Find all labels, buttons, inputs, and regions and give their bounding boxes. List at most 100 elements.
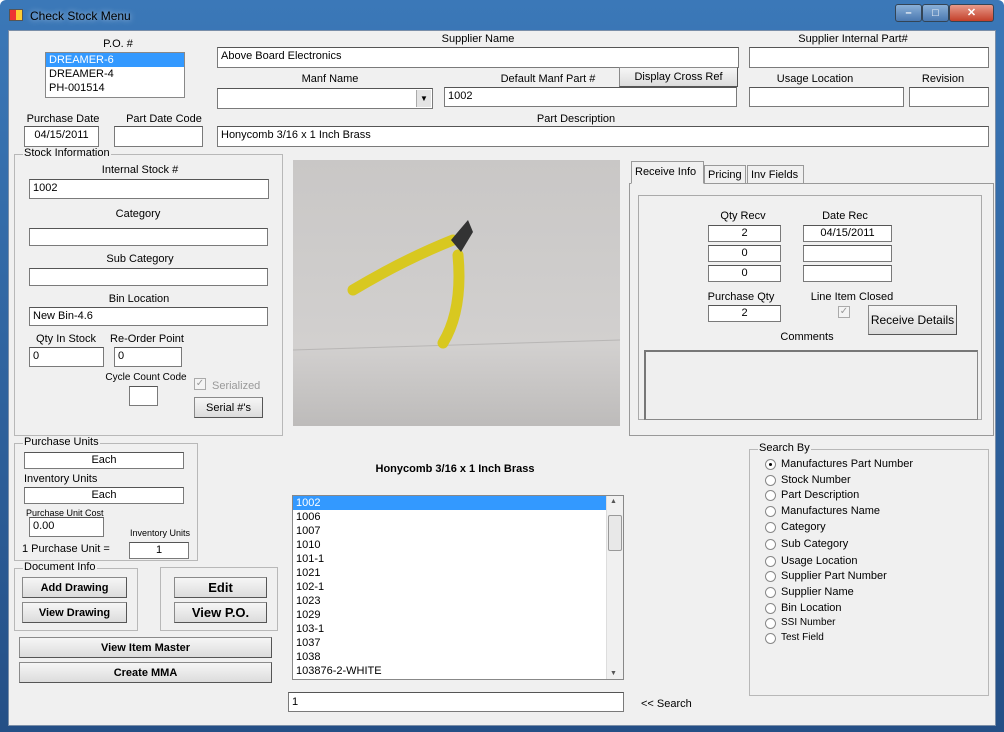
cycle-count-field[interactable]: [129, 386, 158, 406]
scroll-up-icon[interactable]: ▲: [610, 498, 617, 505]
parts-list-item[interactable]: 1002: [293, 496, 606, 510]
search-by-option-label[interactable]: Category: [781, 521, 826, 533]
bin-location-field[interactable]: New Bin-4.6: [29, 307, 268, 326]
search-by-radio[interactable]: [765, 506, 776, 517]
comments-field[interactable]: [644, 350, 978, 420]
supplier-name-label: Supplier Name: [441, 33, 515, 45]
parts-list-item[interactable]: 103-1: [293, 622, 606, 636]
scrollbar[interactable]: ▲ ▼: [606, 496, 623, 679]
search-by-radio[interactable]: [765, 522, 776, 533]
parts-list-item[interactable]: 102-1: [293, 580, 606, 594]
view-item-master-button[interactable]: View Item Master: [19, 637, 272, 658]
search-by-option-label[interactable]: Sub Category: [781, 538, 848, 550]
search-by-radio[interactable]: [765, 633, 776, 644]
default-manf-part-field[interactable]: 1002: [444, 87, 737, 107]
receive-details-button[interactable]: Receive Details: [868, 305, 957, 335]
po-listbox[interactable]: DREAMER-6 DREAMER-4 PH-001514: [45, 52, 185, 98]
chevron-down-icon[interactable]: ▼: [416, 90, 431, 107]
part-date-code-field[interactable]: [114, 126, 203, 147]
parts-list-item[interactable]: 1038: [293, 650, 606, 664]
search-by-radio[interactable]: [765, 603, 776, 614]
purchase-qty-field[interactable]: 2: [708, 305, 781, 322]
parts-list-item[interactable]: 103876-2-WHITE: [293, 664, 606, 678]
parts-list-item[interactable]: 1021: [293, 566, 606, 580]
serial-numbers-button[interactable]: Serial #'s: [194, 397, 263, 418]
parts-list-item[interactable]: 1006: [293, 510, 606, 524]
close-button[interactable]: ✕: [949, 4, 994, 22]
manf-name-label: Manf Name: [301, 73, 359, 85]
po-item[interactable]: DREAMER-4: [46, 67, 184, 81]
supplier-name-field[interactable]: Above Board Electronics: [217, 47, 739, 68]
add-drawing-button[interactable]: Add Drawing: [22, 577, 127, 598]
search-by-option-label[interactable]: Supplier Name: [781, 586, 854, 598]
manf-name-combo[interactable]: ▼: [217, 88, 433, 109]
maximize-button[interactable]: □: [922, 4, 949, 22]
search-by-option-label[interactable]: Bin Location: [781, 602, 842, 614]
parts-list-item[interactable]: 1023: [293, 594, 606, 608]
purchase-unit-cost-field[interactable]: 0.00: [29, 517, 104, 537]
po-item[interactable]: PH-001514: [46, 81, 184, 95]
po-item[interactable]: DREAMER-6: [46, 53, 184, 67]
part-date-code-label: Part Date Code: [126, 113, 202, 125]
parts-listbox[interactable]: 1002 1006 1007 1010 101-1 1021 102-1 1023 1029 10…: [292, 495, 624, 680]
search-by-option-label[interactable]: Manufactures Part Number: [781, 458, 913, 470]
category-field[interactable]: [29, 228, 268, 246]
parts-list-item[interactable]: 1037: [293, 636, 606, 650]
search-by-radio[interactable]: [765, 587, 776, 598]
create-mma-button[interactable]: Create MMA: [19, 662, 272, 683]
qty-recv-field[interactable]: 0: [708, 245, 781, 262]
revision-field[interactable]: [909, 87, 989, 107]
search-by-radio[interactable]: [765, 556, 776, 567]
supplier-internal-part-field[interactable]: [749, 47, 989, 68]
search-by-radio[interactable]: [765, 475, 776, 486]
purchase-date-field[interactable]: 04/15/2011: [24, 126, 99, 147]
purchase-units-field[interactable]: Each: [24, 452, 184, 469]
part-photo: [293, 160, 620, 426]
search-by-option-label[interactable]: Usage Location: [781, 555, 857, 567]
qty-recv-field[interactable]: 2: [708, 225, 781, 242]
search-by-option-label[interactable]: Test Field: [781, 632, 824, 643]
minimize-button[interactable]: –: [895, 4, 922, 22]
parts-list-item[interactable]: 1007: [293, 524, 606, 538]
search-by-radio[interactable]: [765, 571, 776, 582]
search-by-radio[interactable]: [765, 618, 776, 629]
search-by-option-label[interactable]: Supplier Part Number: [781, 570, 887, 582]
date-rec-field[interactable]: [803, 245, 892, 262]
search-input[interactable]: [288, 692, 624, 712]
parts-list-item[interactable]: 1010: [293, 538, 606, 552]
internal-stock-field[interactable]: 1002: [29, 179, 269, 199]
line-item-closed-checkbox[interactable]: ✓: [838, 306, 850, 318]
qty-in-stock-field[interactable]: 0: [29, 347, 104, 367]
search-by-option-label[interactable]: Stock Number: [781, 474, 851, 486]
search-by-option-label[interactable]: SSI Number: [781, 617, 835, 628]
tab-inv-fields[interactable]: Inv Fields: [747, 165, 804, 183]
date-rec-field[interactable]: 04/15/2011: [803, 225, 892, 242]
search-by-radio[interactable]: [765, 459, 776, 470]
cycle-count-label: Cycle Count Code: [105, 372, 187, 383]
usage-location-field[interactable]: [749, 87, 904, 107]
search-by-radio[interactable]: [765, 490, 776, 501]
sub-category-field[interactable]: [29, 268, 268, 286]
parts-list-item[interactable]: 1029: [293, 608, 606, 622]
reorder-point-field[interactable]: 0: [114, 347, 182, 367]
part-description-field[interactable]: Honycomb 3/16 x 1 Inch Brass: [217, 126, 989, 147]
search-by-radio[interactable]: [765, 539, 776, 550]
tab-pricing[interactable]: Pricing: [704, 165, 746, 183]
tab-receive-info[interactable]: Receive Info: [631, 161, 704, 184]
search-by-option-label[interactable]: Manufactures Name: [781, 505, 880, 517]
serialized-checkbox[interactable]: ✓: [194, 378, 206, 390]
view-drawing-button[interactable]: View Drawing: [22, 602, 127, 623]
inventory-units-field[interactable]: Each: [24, 487, 184, 504]
edit-button[interactable]: Edit: [174, 577, 267, 598]
scroll-down-icon[interactable]: ▼: [610, 670, 617, 677]
parts-list-item[interactable]: 101-1: [293, 552, 606, 566]
display-cross-ref-button[interactable]: Display Cross Ref: [619, 67, 738, 87]
scroll-thumb[interactable]: [608, 515, 622, 551]
conversion-field[interactable]: 1: [129, 542, 189, 559]
qty-recv-field[interactable]: 0: [708, 265, 781, 282]
date-rec-field[interactable]: [803, 265, 892, 282]
sub-category-label: Sub Category: [106, 253, 174, 265]
search-by-option-label[interactable]: Part Description: [781, 489, 859, 501]
view-po-button[interactable]: View P.O.: [174, 602, 267, 623]
search-button[interactable]: << Search: [641, 698, 692, 710]
